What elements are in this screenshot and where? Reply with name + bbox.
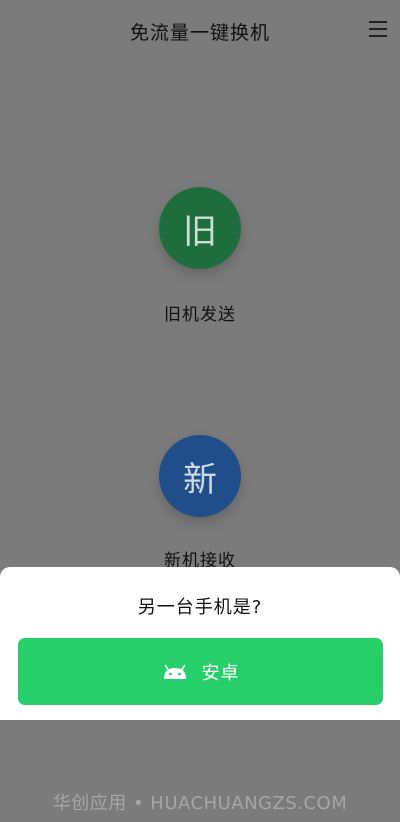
watermark: 华创应用 • HUACHUANGZS.COM — [52, 793, 348, 814]
menu-line — [369, 28, 387, 30]
old-phone-send-label: 旧机发送 — [164, 305, 236, 325]
app-title: 免流量一键换机 — [129, 22, 270, 44]
sheet-question: 另一台手机是? — [137, 597, 263, 618]
menu-line — [369, 21, 387, 23]
android-button-label: 安卓 — [201, 662, 240, 684]
new-phone-receive-button[interactable]: 新 — [159, 435, 241, 517]
sheet-corner — [369, 705, 385, 720]
android-icon — [163, 664, 186, 679]
android-button[interactable]: 安卓 — [18, 638, 383, 705]
device-type-sheet: 另一台手机是? 安卓 — [0, 567, 400, 720]
menu-line — [369, 35, 387, 37]
new-phone-icon: 新 — [183, 459, 217, 500]
hamburger-menu-icon[interactable] — [369, 21, 387, 37]
app-screen: 免流量一键换机 旧 旧机发送 新 新机接收 另一台手机是? 安卓 华创应用 • … — [0, 0, 400, 822]
old-phone-icon: 旧 — [183, 211, 217, 252]
old-phone-send-button[interactable]: 旧 — [159, 187, 241, 269]
